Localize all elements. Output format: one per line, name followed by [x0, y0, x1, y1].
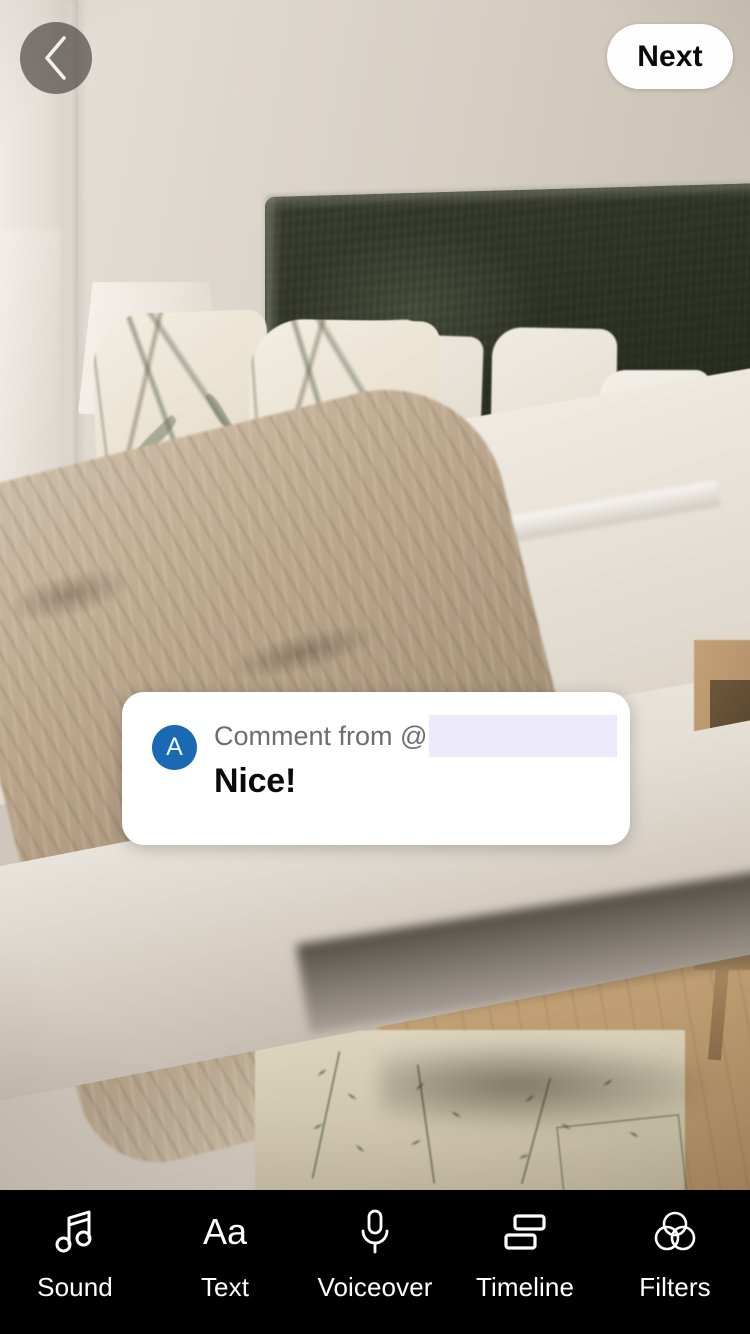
toolbar-label-voiceover: Voiceover: [317, 1272, 433, 1302]
floor-shadow: [380, 1040, 720, 1130]
back-button[interactable]: [20, 22, 92, 94]
editor-toolbar: Sound Aa Text Voiceover Timeline Filters: [0, 1190, 750, 1334]
next-button[interactable]: Next: [607, 24, 733, 89]
text-aa-icon: Aa: [202, 1211, 248, 1252]
rug-leaf: [338, 1085, 366, 1108]
avatar-initial: A: [166, 733, 183, 761]
rug-leaf: [402, 1132, 430, 1153]
comment-sticker-row: A Comment from @ Nice!: [152, 715, 618, 801]
comment-body-text: Nice!: [214, 762, 297, 800]
next-button-label: Next: [637, 39, 703, 73]
timeline-clips-icon: [502, 1206, 548, 1258]
editor-screen: Next A Comment from @ Nice! Sound Aa Tex…: [0, 0, 750, 1334]
filters-venn-icon: [651, 1206, 699, 1258]
toolbar-item-filters[interactable]: Filters: [600, 1206, 750, 1303]
chevron-left-icon: [41, 35, 71, 81]
music-note-icon: [53, 1206, 97, 1258]
toolbar-label-filters: Filters: [639, 1272, 711, 1302]
comment-from-label: Comment from @: [214, 720, 428, 751]
toolbar-item-text[interactable]: Aa Text: [150, 1206, 300, 1303]
comment-text-column: Comment from @ Nice!: [214, 715, 618, 801]
avatar: A: [152, 725, 197, 770]
rug-leaf: [304, 1116, 332, 1137]
video-preview-canvas[interactable]: [0, 0, 750, 1190]
comment-from-line: Comment from @: [214, 715, 618, 757]
toolbar-item-voiceover[interactable]: Voiceover: [300, 1206, 450, 1303]
toolbar-item-timeline[interactable]: Timeline: [450, 1206, 600, 1303]
toolbar-label-timeline: Timeline: [475, 1272, 575, 1302]
toolbar-item-sound[interactable]: Sound: [0, 1206, 150, 1303]
toolbar-label-sound: Sound: [37, 1272, 113, 1302]
rug-leaf: [510, 1147, 538, 1166]
microphone-icon: [358, 1206, 392, 1258]
comment-sticker-card[interactable]: A Comment from @ Nice!: [122, 692, 630, 845]
username-redaction-block: [429, 715, 618, 757]
rug-leaf: [347, 1136, 373, 1161]
toolbar-label-text: Text: [200, 1272, 250, 1302]
